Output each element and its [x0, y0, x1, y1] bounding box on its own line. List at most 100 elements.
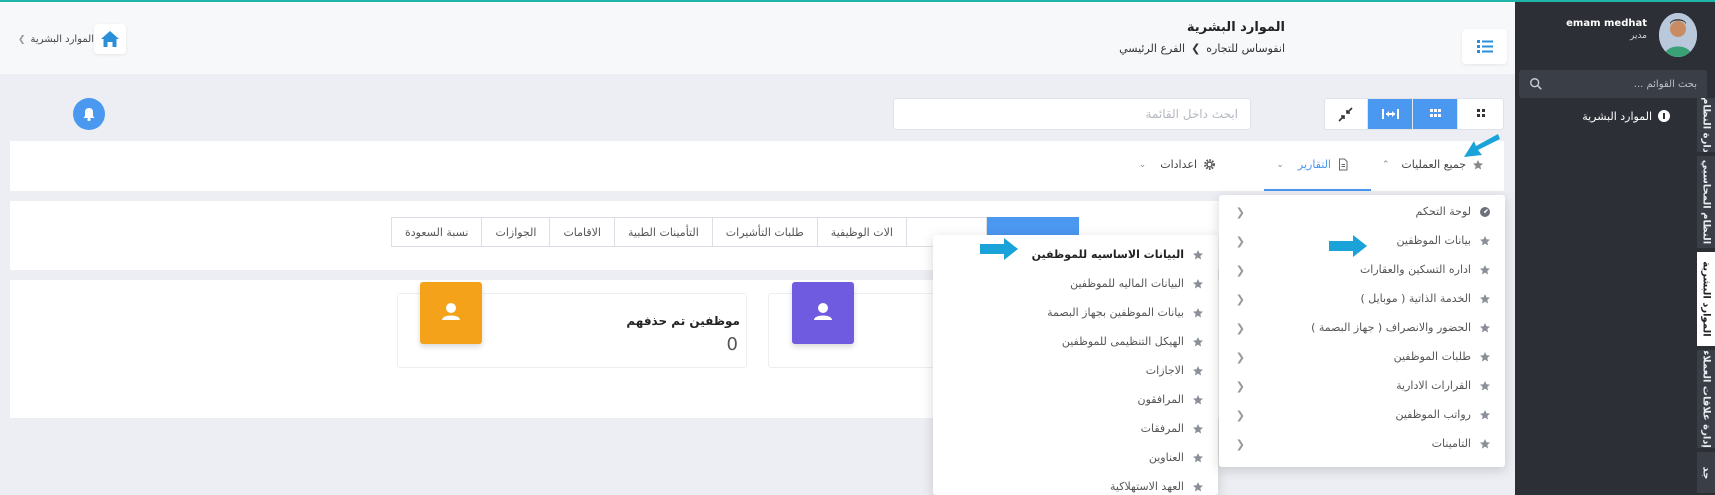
menu-item-insurance[interactable]: التامينات ❮ [1219, 430, 1505, 459]
grid-dots-button[interactable] [1458, 99, 1503, 129]
card-icon-box [792, 282, 854, 344]
chevron-down-icon: ⌄ [1138, 159, 1147, 170]
tab-job-positions[interactable]: الات الوظيفية [817, 217, 907, 247]
chevron-left-icon: ❮ [1235, 409, 1245, 422]
chevron-left-icon: ❮ [1235, 293, 1245, 306]
compress-icon [1338, 107, 1353, 122]
breadcrumb-company[interactable]: انفوساس للتجاره [1206, 42, 1285, 55]
chevron-left-icon: ❮ [1235, 235, 1245, 248]
tab-medical-insurance[interactable]: التأمينات الطبية [615, 217, 713, 247]
star-icon [1193, 279, 1203, 289]
vertical-module-tabs: دارة النظام النظام المحاسبي الموارد البش… [1697, 98, 1715, 495]
menu-item-salaries[interactable]: رواتب الموظفين ❮ [1219, 401, 1505, 430]
star-icon [1480, 352, 1490, 362]
deleted-employees-card[interactable]: موظفين تم حذفهم 0 [397, 282, 747, 368]
chevron-left-icon: ❯ [18, 34, 26, 45]
annotation-arrow-icon [1329, 235, 1367, 257]
menu-item-dashboard[interactable]: لوحة التحكم ❮ [1219, 198, 1505, 227]
tab-saudization[interactable]: نسبة السعودة [391, 217, 483, 247]
tab-passports[interactable]: الجوازات [482, 217, 551, 247]
submenu-item-label: المرافقون [1137, 393, 1184, 406]
sidebar-search-box [1519, 70, 1707, 98]
annotation-arrow-icon [1464, 134, 1500, 157]
expand-width-button[interactable] [1368, 99, 1413, 129]
chevron-left-icon: ❮ [1235, 206, 1245, 219]
chevron-left-icon: ❮ [1235, 351, 1245, 364]
sidebar-search-input[interactable] [1519, 70, 1707, 98]
menu-item-label: بيانات الموظفين [1396, 234, 1471, 247]
chevron-left-icon: ❯ [1191, 42, 1201, 55]
menu-item-attendance[interactable]: الحضور والانصراف ( جهاز البصمة ) ❮ [1219, 314, 1505, 343]
submenu-item-companions[interactable]: المرافقون [933, 386, 1218, 415]
submenu-item-label: المرفقات [1140, 422, 1184, 435]
star-icon [1193, 308, 1203, 318]
card-value: 0 [726, 334, 738, 355]
submenu-item-vacations[interactable]: الاجازات [933, 357, 1218, 386]
star-icon [1480, 236, 1490, 246]
star-icon [1480, 439, 1490, 449]
star-icon [1480, 265, 1490, 275]
collapse-button[interactable] [1323, 99, 1368, 129]
submenu-item-addresses[interactable]: العناوين [933, 444, 1218, 473]
vtab-system-admin[interactable]: دارة النظام [1697, 98, 1715, 154]
star-icon [1480, 323, 1490, 333]
vtab-label: الموارد البشرية [1700, 261, 1712, 337]
tab-visa-requests[interactable]: طلبات التأشيرات [712, 217, 818, 247]
menu-toggle-button[interactable] [1462, 29, 1507, 64]
nav-all-operations-label: جميع العمليات [1401, 158, 1466, 171]
star-icon [1193, 395, 1203, 405]
sidebar-item-hr[interactable]: الموارد البشرية [1582, 106, 1670, 126]
chevron-left-icon: ❮ [1235, 322, 1245, 335]
breadcrumb-branch[interactable]: الفرع الرئيسي [1119, 42, 1185, 55]
home-button[interactable] [94, 24, 126, 54]
menu-item-label: رواتب الموظفين [1395, 408, 1471, 421]
list-search-input[interactable] [894, 99, 1250, 129]
user-name: emam medhat [1566, 18, 1647, 29]
submenu-item-basic-data[interactable]: البيانات الاساسيه للموظفين [933, 241, 1218, 270]
nav-reports[interactable]: التقارير ⌄ [1276, 158, 1349, 171]
chevron-up-icon: ⌃ [1381, 159, 1390, 170]
tab-residences[interactable]: الاقامات [550, 217, 615, 247]
nav-settings[interactable]: اعدادات ⌄ [1139, 158, 1216, 171]
search-icon [1530, 78, 1542, 90]
vtab-hr[interactable]: الموارد البشرية [1697, 252, 1715, 348]
chevron-down-icon: ⌄ [1276, 159, 1284, 170]
page-title: الموارد البشرية [1186, 20, 1285, 35]
star-icon [1193, 453, 1203, 463]
vtab-accounting[interactable]: النظام المحاسبي [1697, 156, 1715, 250]
card-title: موظفين تم حذفهم [626, 314, 740, 328]
nav-reports-label: التقارير [1297, 158, 1331, 171]
card-icon-box [420, 282, 482, 344]
star-icon [1193, 366, 1203, 376]
submenu-item-fingerprint-data[interactable]: بيانات الموظفين بجهاز البصمة [933, 299, 1218, 328]
left-breadcrumb-label[interactable]: الموارد البشرية [31, 34, 94, 45]
menu-item-employee-requests[interactable]: طلبات الموظفين ❮ [1219, 343, 1505, 372]
left-breadcrumb: الموارد البشرية ❯ [18, 34, 94, 45]
submenu-item-org-structure[interactable]: الهيكل التنظيمى للموظفين [933, 328, 1218, 357]
menu-item-self-service[interactable]: الخدمة الذاتية ( موبايل ) ❮ [1219, 285, 1505, 314]
sidebar-item-label: الموارد البشرية [1582, 109, 1652, 123]
menu-item-label: اداره التسكين والعقارات [1359, 263, 1471, 276]
employees-data-submenu: البيانات الاساسيه للموظفين البيانات الما… [933, 235, 1218, 495]
operations-navbar: جميع العمليات ⌃ التقارير ⌄ اعدادات ⌄ [10, 141, 1504, 191]
page-header: الموارد البشرية انفوساس للتجاره ❯ الفرع … [0, 2, 1515, 74]
star-icon [1480, 410, 1490, 420]
submenu-item-label: البيانات الاساسيه للموظفين [1031, 248, 1184, 261]
notifications-button[interactable] [73, 98, 105, 130]
avatar[interactable] [1659, 13, 1697, 57]
menu-item-admin-decisions[interactable]: القرارات الادارية ❮ [1219, 372, 1505, 401]
breadcrumb: انفوساس للتجاره ❯ الفرع الرئيسي [1119, 42, 1285, 55]
submenu-item-financial-data[interactable]: البيانات الماليه للموظفين [933, 270, 1218, 299]
menu-item-label: لوحة التحكم [1415, 205, 1471, 218]
submenu-item-attachments[interactable]: المرفقات [933, 415, 1218, 444]
submenu-item-custody[interactable]: العهد الاستهلاكية [933, 473, 1218, 495]
vtab-crm[interactable]: إدارة علاقات العملاء [1697, 350, 1715, 450]
menu-item-housing[interactable]: اداره التسكين والعقارات ❮ [1219, 256, 1505, 285]
grid-view-button[interactable] [1413, 99, 1458, 129]
vtab-more[interactable]: جد [1697, 452, 1715, 495]
active-tab-underline [1264, 189, 1371, 191]
star-icon [1193, 337, 1203, 347]
annotation-arrow-icon [980, 238, 1018, 260]
gear-icon [1204, 159, 1215, 170]
home-icon [101, 31, 119, 47]
